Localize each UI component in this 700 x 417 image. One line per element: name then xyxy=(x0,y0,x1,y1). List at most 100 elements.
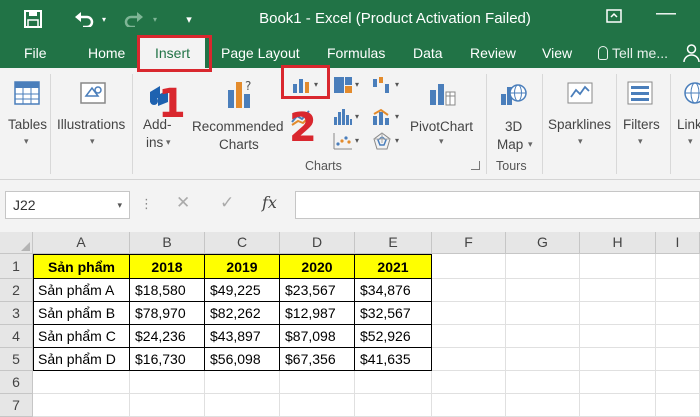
cell-f2[interactable] xyxy=(432,279,506,302)
tab-data[interactable]: Data xyxy=(413,45,443,61)
cell-a6[interactable] xyxy=(33,371,130,394)
cell-g1[interactable] xyxy=(506,254,580,279)
cell-h7[interactable] xyxy=(580,394,656,417)
cell-c1[interactable]: 2019 xyxy=(205,254,280,279)
account-icon[interactable] xyxy=(683,44,700,65)
tours-group-label: Tours xyxy=(496,159,527,173)
column-header-g[interactable]: G xyxy=(506,232,580,254)
insert-function-icon[interactable]: fx xyxy=(262,193,277,212)
cell-e1[interactable]: 2021 xyxy=(355,254,432,279)
cell-a7[interactable] xyxy=(33,394,130,417)
tab-file[interactable]: File xyxy=(24,45,47,61)
row-header-6[interactable]: 6 xyxy=(0,371,33,394)
cell-a4[interactable]: Sản phẩm C xyxy=(33,325,130,348)
cell-g3[interactable] xyxy=(506,302,580,325)
tab-home[interactable]: Home xyxy=(88,45,125,61)
row-header-7[interactable]: 7 xyxy=(0,394,33,417)
column-header-h[interactable]: H xyxy=(580,232,656,254)
column-header-e[interactable]: E xyxy=(355,232,432,254)
tab-review[interactable]: Review xyxy=(470,45,516,61)
column-header-a[interactable]: A xyxy=(33,232,130,254)
cell-d1[interactable]: 2020 xyxy=(280,254,355,279)
cell-h4[interactable] xyxy=(580,325,656,348)
cell-i6[interactable] xyxy=(656,371,700,394)
row-header-2[interactable]: 2 xyxy=(0,279,33,302)
cell-h1[interactable] xyxy=(580,254,656,279)
cell-f1[interactable] xyxy=(432,254,506,279)
column-header-c[interactable]: C xyxy=(205,232,280,254)
charts-dialog-launcher-icon[interactable] xyxy=(471,161,480,170)
minimize-icon[interactable]: — xyxy=(656,2,676,25)
cell-b6[interactable] xyxy=(130,371,205,394)
cell-c2[interactable]: $49,225 xyxy=(205,279,280,302)
cell-b5[interactable]: $16,730 xyxy=(130,348,205,371)
cell-f3[interactable] xyxy=(432,302,506,325)
cell-b4[interactable]: $24,236 xyxy=(130,325,205,348)
tab-view[interactable]: View xyxy=(542,45,572,61)
row-header-5[interactable]: 5 xyxy=(0,348,33,371)
cancel-icon[interactable]: ✕ xyxy=(176,193,190,213)
row-header-3[interactable]: 3 xyxy=(0,302,33,325)
cell-g7[interactable] xyxy=(506,394,580,417)
enter-icon[interactable]: ✓ xyxy=(220,193,234,213)
column-header-f[interactable]: F xyxy=(432,232,506,254)
cell-g5[interactable] xyxy=(506,348,580,371)
cell-b3[interactable]: $78,970 xyxy=(130,302,205,325)
ribbon-display-options-icon[interactable] xyxy=(606,8,622,29)
cell-b1[interactable]: 2018 xyxy=(130,254,205,279)
cell-c7[interactable] xyxy=(205,394,280,417)
cell-i1[interactable] xyxy=(656,254,700,279)
cell-e5[interactable]: $41,635 xyxy=(355,348,432,371)
cell-d2[interactable]: $23,567 xyxy=(280,279,355,302)
cell-c5[interactable]: $56,098 xyxy=(205,348,280,371)
cell-i3[interactable] xyxy=(656,302,700,325)
cell-c4[interactable]: $43,897 xyxy=(205,325,280,348)
row-header-4[interactable]: 4 xyxy=(0,325,33,348)
column-header-d[interactable]: D xyxy=(280,232,355,254)
column-header-i[interactable]: I xyxy=(656,232,700,254)
column-header-b[interactable]: B xyxy=(130,232,205,254)
cell-i5[interactable] xyxy=(656,348,700,371)
cell-d4[interactable]: $87,098 xyxy=(280,325,355,348)
cell-i4[interactable] xyxy=(656,325,700,348)
row-header-1[interactable]: 1 xyxy=(0,254,33,279)
cell-a2[interactable]: Sản phẩm A xyxy=(33,279,130,302)
cell-h5[interactable] xyxy=(580,348,656,371)
cell-f6[interactable] xyxy=(432,371,506,394)
cell-h3[interactable] xyxy=(580,302,656,325)
cell-h2[interactable] xyxy=(580,279,656,302)
cell-g4[interactable] xyxy=(506,325,580,348)
cell-e2[interactable]: $34,876 xyxy=(355,279,432,302)
name-box-caret-icon[interactable]: ▾ xyxy=(117,200,122,211)
name-box[interactable]: J22 ▾ xyxy=(5,191,130,219)
select-all-corner[interactable] xyxy=(0,232,33,254)
cell-g6[interactable] xyxy=(506,371,580,394)
cell-e4[interactable]: $52,926 xyxy=(355,325,432,348)
cell-e3[interactable]: $32,567 xyxy=(355,302,432,325)
cell-d7[interactable] xyxy=(280,394,355,417)
cell-d5[interactable]: $67,356 xyxy=(280,348,355,371)
formula-input[interactable] xyxy=(295,191,700,219)
cell-a3[interactable]: Sản phẩm B xyxy=(33,302,130,325)
tell-me-box[interactable]: Tell me... xyxy=(598,45,668,61)
cell-e6[interactable] xyxy=(355,371,432,394)
cell-d3[interactable]: $12,987 xyxy=(280,302,355,325)
tab-page-layout[interactable]: Page Layout xyxy=(221,45,300,61)
cell-a1[interactable]: Sản phẩm xyxy=(33,254,130,279)
cell-b2[interactable]: $18,580 xyxy=(130,279,205,302)
cell-c6[interactable] xyxy=(205,371,280,394)
cell-c3[interactable]: $82,262 xyxy=(205,302,280,325)
cell-a5[interactable]: Sản phẩm D xyxy=(33,348,130,371)
cell-f5[interactable] xyxy=(432,348,506,371)
cell-f7[interactable] xyxy=(432,394,506,417)
cell-d6[interactable] xyxy=(280,371,355,394)
cell-i2[interactable] xyxy=(656,279,700,302)
tab-formulas[interactable]: Formulas xyxy=(327,45,385,61)
cell-i7[interactable] xyxy=(656,394,700,417)
cell-h6[interactable] xyxy=(580,371,656,394)
cell-f4[interactable] xyxy=(432,325,506,348)
formula-bar-grip-icon[interactable]: ⋮ xyxy=(140,196,153,212)
cell-b7[interactable] xyxy=(130,394,205,417)
cell-g2[interactable] xyxy=(506,279,580,302)
cell-e7[interactable] xyxy=(355,394,432,417)
